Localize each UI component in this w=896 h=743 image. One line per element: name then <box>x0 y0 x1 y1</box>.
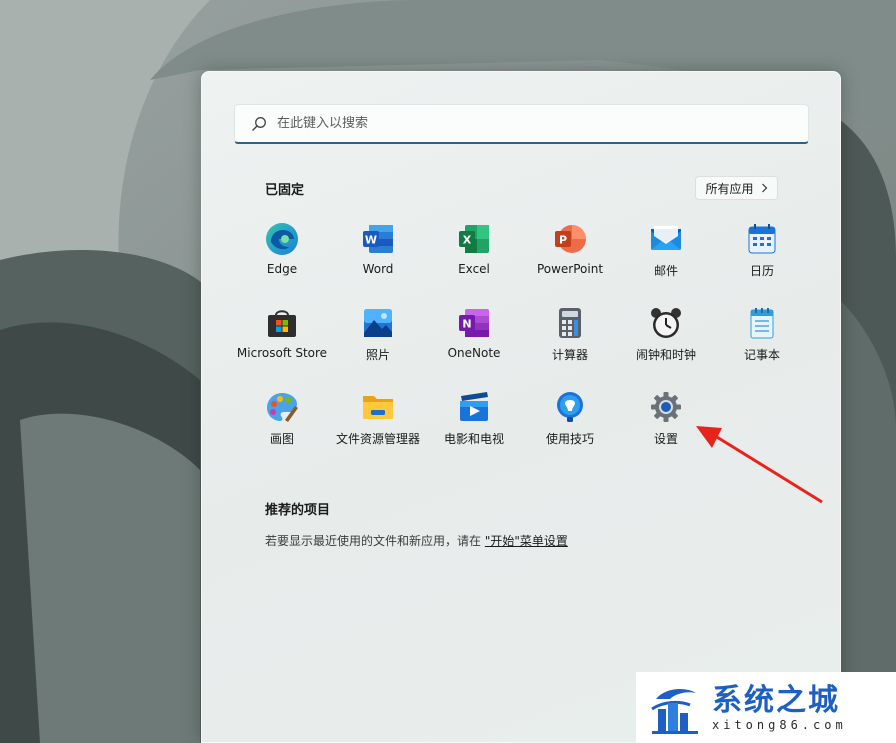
pinned-app-onenote[interactable]: N OneNote <box>426 296 522 376</box>
all-apps-button[interactable]: 所有应用 <box>695 176 778 200</box>
app-label: 闹钟和时钟 <box>635 348 696 362</box>
calendar-icon <box>748 224 776 254</box>
site-watermark: 系统之城 xitong86.com <box>636 672 896 743</box>
app-label: Excel <box>458 262 490 276</box>
svg-text:P: P <box>559 234 567 247</box>
powerpoint-icon: P <box>555 225 586 253</box>
red-arrow-annotation <box>696 426 823 504</box>
alarm-clock-icon <box>651 308 681 338</box>
app-label: 照片 <box>365 348 390 362</box>
app-label: 计算器 <box>551 348 588 362</box>
watermark-url: xitong86.com <box>712 717 847 732</box>
notepad-icon <box>750 308 774 339</box>
pinned-app-calculator[interactable]: 计算器 <box>522 296 618 376</box>
paint-icon <box>267 393 298 422</box>
app-label: Edge <box>266 262 298 276</box>
calculator-icon <box>559 308 581 338</box>
pinned-app-photos[interactable]: 照片 <box>330 296 426 376</box>
app-label: OneNote <box>447 346 501 360</box>
settings-icon <box>651 392 681 422</box>
pinned-app-word[interactable]: W Word <box>330 212 426 292</box>
svg-text:N: N <box>462 318 471 331</box>
store-icon <box>268 310 296 337</box>
recommended-hint-text: 若要显示最近使用的文件和新应用，请在 <box>265 534 485 548</box>
recommended-title: 推荐的项目 <box>265 503 331 518</box>
search-input[interactable] <box>277 116 777 131</box>
watermark-logo-icon <box>651 688 698 734</box>
movies-tv-icon <box>460 392 488 421</box>
pinned-app-microsoft-store[interactable]: Microsoft Store <box>234 296 330 376</box>
file-explorer-icon <box>363 396 393 419</box>
pinned-app-edge[interactable]: Edge <box>234 212 330 292</box>
svg-text:W: W <box>365 234 377 247</box>
recommended-hint: 若要显示最近使用的文件和新应用，请在 "开始"菜单设置 <box>265 532 568 549</box>
pinned-app-mail[interactable]: 邮件 <box>618 212 714 292</box>
start-menu-settings-link[interactable]: "开始"菜单设置 <box>485 534 568 548</box>
pinned-app-movies-tv[interactable]: 电影和电视 <box>426 380 522 460</box>
watermark-name: 系统之城 <box>712 682 840 718</box>
edge-icon <box>266 223 298 255</box>
start-menu: 已固定 所有应用 Edge W <box>201 71 841 743</box>
app-label: PowerPoint <box>536 262 604 276</box>
app-label: 设置 <box>653 432 678 446</box>
pinned-app-file-explorer[interactable]: 文件资源管理器 <box>330 380 426 460</box>
tips-icon <box>557 392 583 422</box>
pinned-app-tips[interactable]: 使用技巧 <box>522 380 618 460</box>
chevron-right-icon <box>761 183 767 193</box>
app-label: 记事本 <box>743 348 780 362</box>
word-icon: W <box>363 225 393 253</box>
all-apps-label: 所有应用 <box>705 181 754 196</box>
svg-text:X: X <box>463 234 472 247</box>
app-label: 使用技巧 <box>545 432 594 446</box>
pinned-title: 已固定 <box>265 183 305 198</box>
app-label: 文件资源管理器 <box>335 432 420 446</box>
app-label: 画图 <box>269 432 294 446</box>
app-label: Microsoft Store <box>236 346 328 360</box>
pinned-app-powerpoint[interactable]: P PowerPoint <box>522 212 618 292</box>
onenote-icon: N <box>459 309 489 337</box>
pinned-app-paint[interactable]: 画图 <box>234 380 330 460</box>
app-label: 日历 <box>749 264 774 278</box>
search-icon <box>252 116 266 131</box>
app-label: 电影和电视 <box>443 432 504 446</box>
mail-icon <box>651 226 681 250</box>
photos-icon <box>364 309 392 337</box>
excel-icon: X <box>459 225 489 253</box>
app-label: Word <box>362 262 394 276</box>
pinned-app-calendar[interactable]: 日历 <box>714 212 810 292</box>
pinned-app-alarm-clock[interactable]: 闹钟和时钟 <box>618 296 714 376</box>
app-label: 邮件 <box>653 264 678 278</box>
search-box[interactable] <box>234 104 809 144</box>
pinned-app-notepad[interactable]: 记事本 <box>714 296 810 376</box>
pinned-app-excel[interactable]: X Excel <box>426 212 522 292</box>
